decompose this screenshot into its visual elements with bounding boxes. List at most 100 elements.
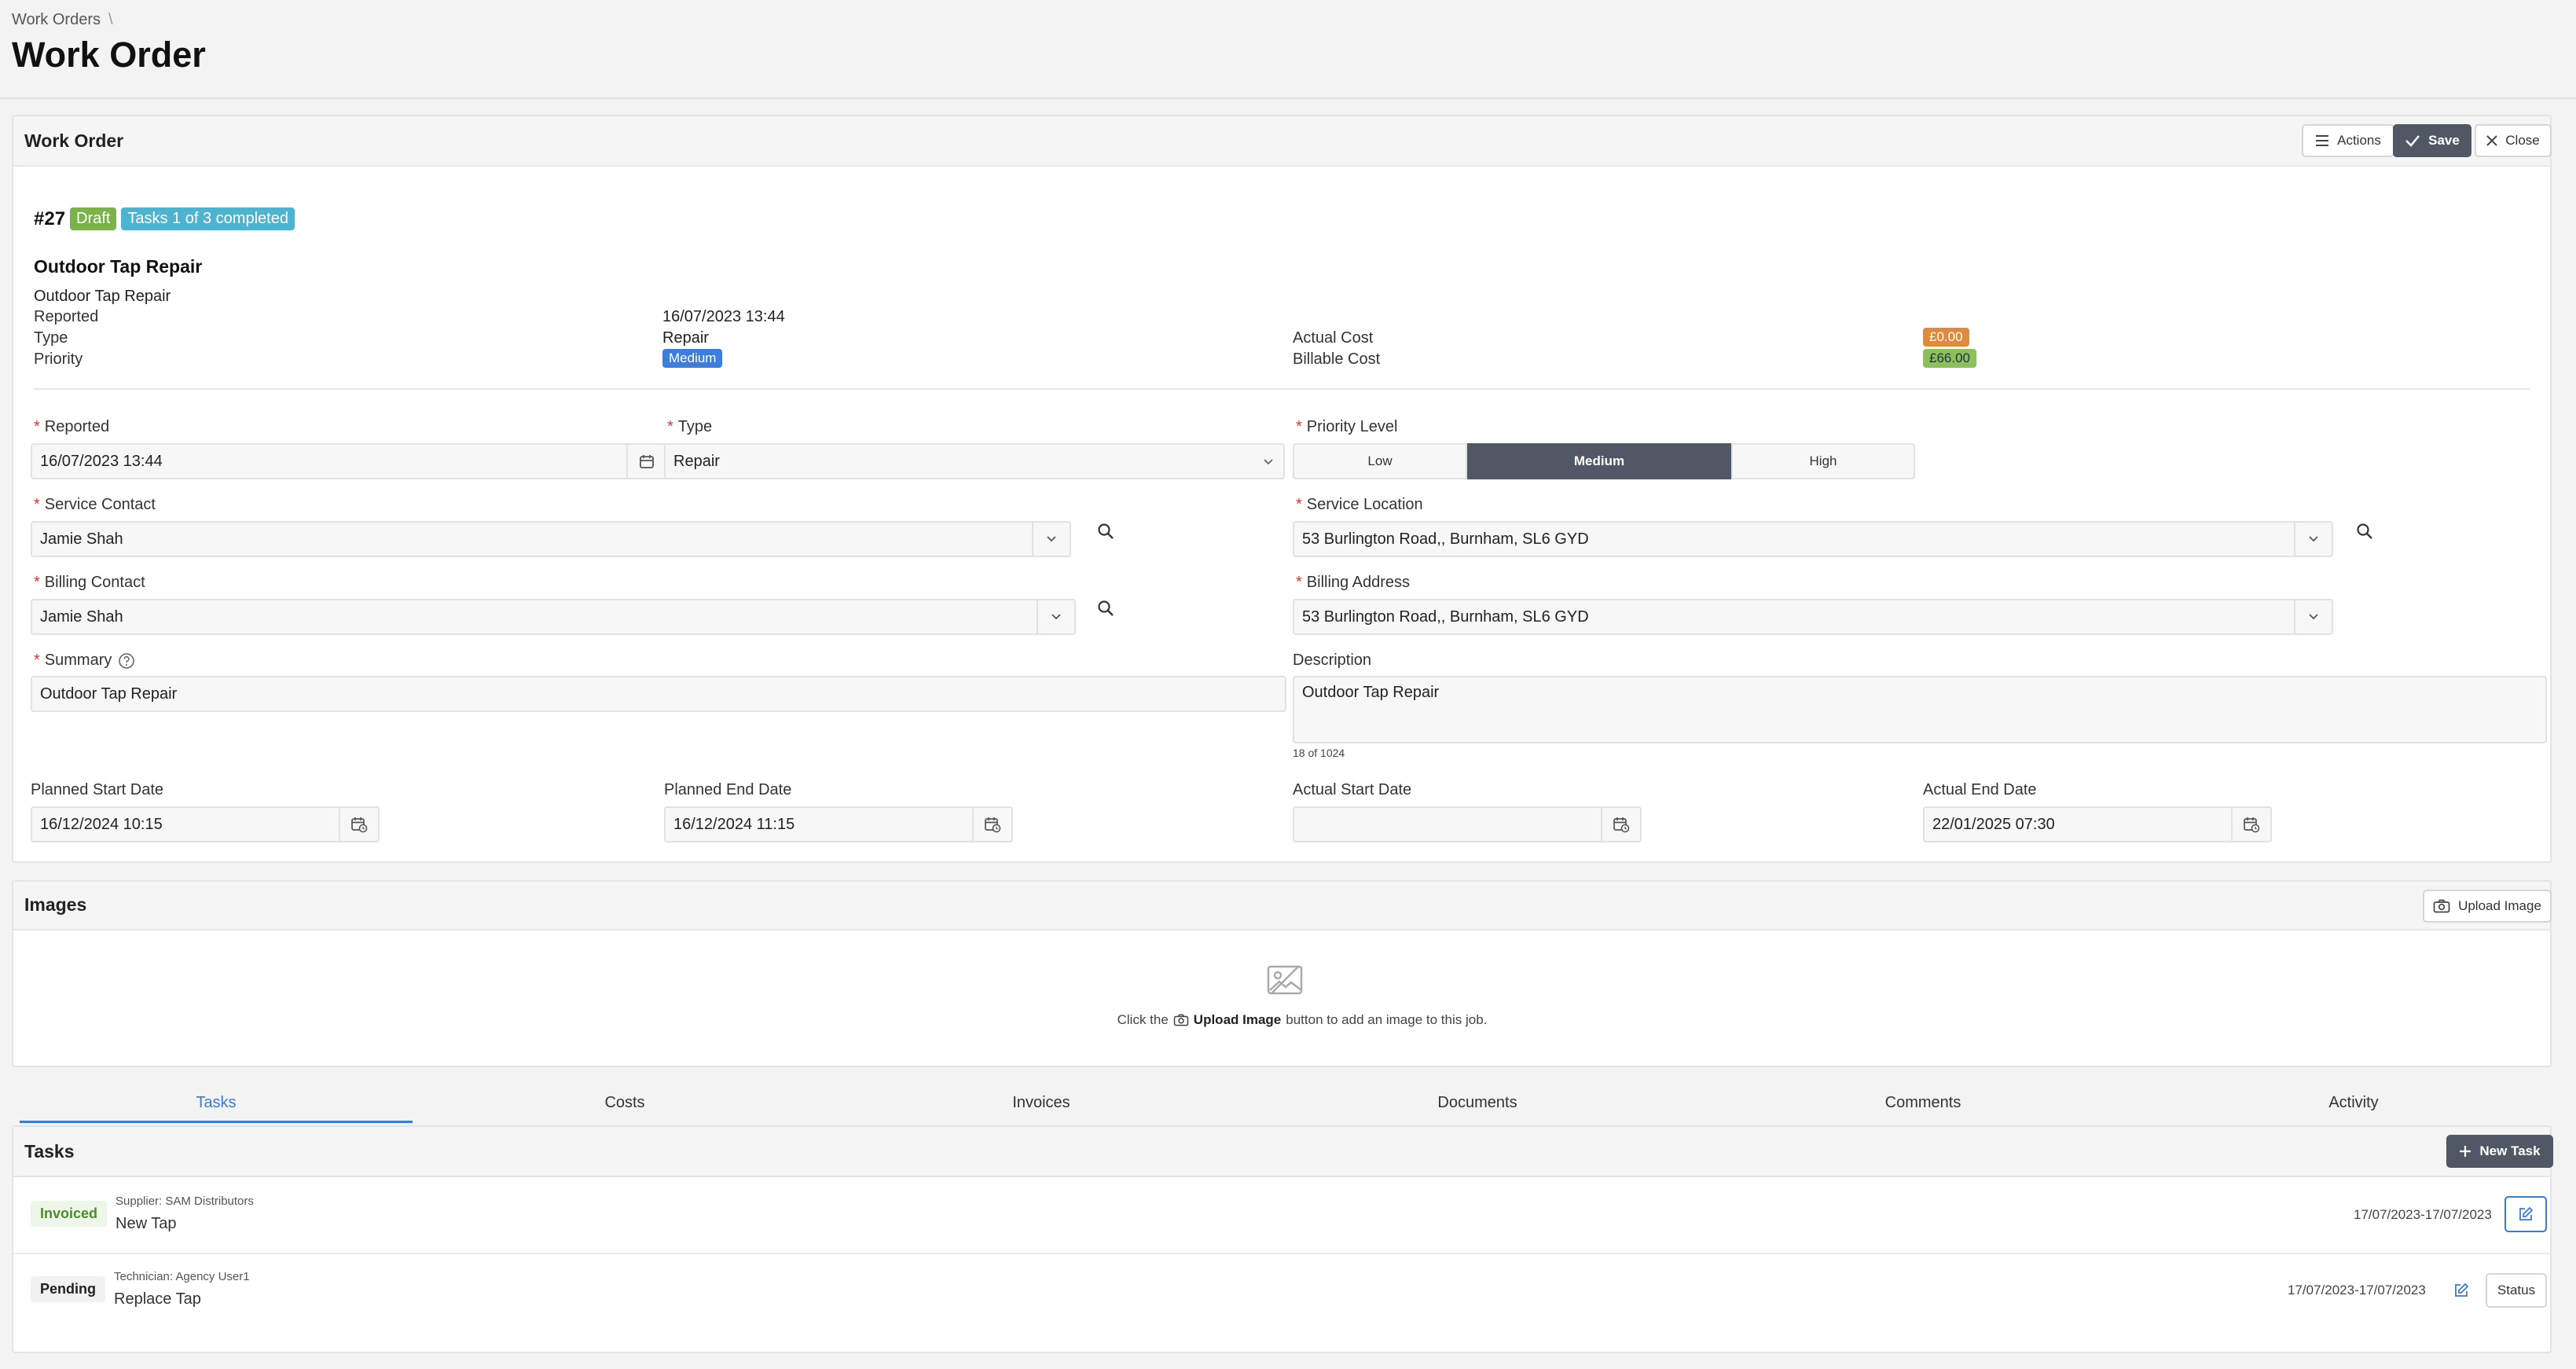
reported-value: 16/07/2023 13:44 [40, 452, 163, 470]
planned-start-picker[interactable] [339, 808, 378, 841]
description-counter: 18 of 1024 [1293, 747, 1345, 759]
planned-end-label: Planned End Date [664, 781, 792, 798]
reported-label: * Reported [34, 418, 110, 435]
tasks-progress-badge: Tasks 1 of 3 completed [121, 207, 295, 230]
reported-summary-label: Reported [34, 308, 99, 325]
reported-input[interactable]: 16/07/2023 13:44 [31, 443, 667, 479]
priority-medium-option[interactable]: Medium [1467, 443, 1731, 479]
calendar-clock-icon [351, 817, 368, 833]
task-dates: 17/07/2023-17/07/2023 [2288, 1283, 2426, 1297]
billing-address-select[interactable]: 53 Burlington Road,, Burnham, SL6 GYD [1293, 599, 2333, 635]
new-task-button[interactable]: New Task [2446, 1135, 2553, 1168]
service-contact-value: Jamie Shah [40, 530, 123, 548]
chevron-down-icon [1264, 459, 1273, 465]
empty-suffix: button to add an image to this job. [1286, 1012, 1488, 1027]
order-number: #27 [34, 207, 66, 229]
tab-documents[interactable]: Documents [1281, 1094, 1674, 1112]
status-badge: Pending [31, 1276, 105, 1302]
images-card-header: Images Upload Image [13, 882, 2552, 930]
planned-start-label: Planned Start Date [31, 781, 163, 798]
tab-comments[interactable]: Comments [1727, 1094, 2119, 1112]
camera-icon [2433, 899, 2450, 913]
edit-task-button[interactable] [2504, 1196, 2547, 1232]
tab-tasks-underline [20, 1121, 413, 1123]
calendar-clock-icon [985, 817, 1001, 833]
edit-task-button[interactable] [2449, 1275, 2473, 1306]
service-location-label: * Service Location [1296, 496, 1423, 513]
table-row[interactable]: Invoiced Supplier: SAM Distributors New … [13, 1177, 2550, 1254]
billing-contact-dropdown[interactable] [1037, 600, 1074, 633]
description-label: Description [1293, 651, 1372, 669]
planned-end-value: 16/12/2024 11:15 [673, 815, 795, 833]
edit-icon [2519, 1206, 2534, 1220]
service-contact-search-button[interactable] [1096, 522, 1115, 541]
planned-start-input[interactable]: 16/12/2024 10:15 [31, 806, 380, 842]
actions-label: Actions [2337, 133, 2381, 148]
upload-image-button[interactable]: Upload Image [2423, 890, 2552, 923]
description-textarea[interactable]: Outdoor Tap Repair [1293, 676, 2547, 743]
type-select[interactable]: Repair [664, 443, 1285, 479]
chevron-down-icon [1051, 614, 1061, 620]
tab-tasks[interactable]: Tasks [20, 1094, 413, 1112]
service-contact-select[interactable]: Jamie Shah [31, 521, 1071, 557]
planned-end-picker[interactable] [972, 808, 1011, 841]
priority-low-option[interactable]: Low [1293, 443, 1467, 479]
task-assignee: Supplier: SAM Distributors [116, 1195, 254, 1208]
chevron-down-icon [1047, 536, 1056, 542]
actual-end-picker[interactable] [2231, 808, 2270, 841]
billing-address-value: 53 Burlington Road,, Burnham, SL6 GYD [1302, 607, 1589, 626]
service-location-search-button[interactable] [2355, 522, 2374, 541]
billing-contact-search-button[interactable] [1096, 599, 1115, 618]
task-status-label: Status [2497, 1283, 2536, 1297]
help-icon[interactable] [118, 652, 135, 670]
billing-contact-label: * Billing Contact [34, 574, 145, 591]
save-button[interactable]: Save [2393, 124, 2471, 157]
close-button[interactable]: Close [2475, 124, 2552, 157]
page-title: Work Order [12, 35, 206, 75]
summary-value: Outdoor Tap Repair [40, 684, 178, 703]
type-summary-value: Repair [662, 329, 709, 347]
breadcrumb-work-orders[interactable]: Work Orders [12, 11, 101, 28]
tab-activity[interactable]: Activity [2157, 1094, 2550, 1112]
summary-input[interactable]: Outdoor Tap Repair [31, 676, 1286, 712]
priority-level-label: * Priority Level [1296, 418, 1398, 435]
empty-button-text: Upload Image [1193, 1012, 1282, 1027]
billing-address-dropdown[interactable] [2294, 600, 2332, 633]
priority-high-option[interactable]: High [1731, 443, 1915, 479]
calendar-button[interactable] [626, 445, 666, 478]
draft-badge: Draft [70, 207, 117, 230]
task-name: Replace Tap [114, 1290, 201, 1308]
task-name: New Tap [116, 1215, 177, 1232]
calendar-icon [640, 455, 654, 468]
type-value: Repair [673, 452, 720, 470]
planned-end-input[interactable]: 16/12/2024 11:15 [664, 806, 1013, 842]
search-icon [2357, 523, 2372, 539]
close-icon [2486, 135, 2497, 146]
work-order-card-title: Work Order [24, 130, 124, 151]
actual-end-value: 22/01/2025 07:30 [1932, 815, 2055, 833]
search-icon [1098, 523, 1114, 539]
actions-button[interactable]: Actions [2302, 124, 2394, 157]
table-row[interactable]: Pending Technician: Agency User1 Replace… [13, 1254, 2550, 1330]
type-label: * Type [667, 418, 713, 435]
description-value: Outdoor Tap Repair [1302, 684, 1440, 701]
actual-cost-label: Actual Cost [1293, 329, 1374, 347]
service-contact-label: * Service Contact [34, 496, 156, 513]
billable-cost-badge: £66.00 [1923, 349, 1976, 368]
search-icon [1098, 600, 1114, 616]
service-contact-dropdown[interactable] [1032, 523, 1070, 556]
task-assignee: Technician: Agency User1 [114, 1270, 250, 1283]
actual-start-input[interactable] [1293, 806, 1642, 842]
task-status-button[interactable]: Status [2486, 1273, 2547, 1308]
actual-end-input[interactable]: 22/01/2025 07:30 [1923, 806, 2272, 842]
tab-costs[interactable]: Costs [428, 1094, 821, 1112]
service-location-dropdown[interactable] [2294, 523, 2332, 556]
service-location-select[interactable]: 53 Burlington Road,, Burnham, SL6 GYD [1293, 521, 2333, 557]
tab-invoices[interactable]: Invoices [845, 1094, 1238, 1112]
type-summary-label: Type [34, 329, 68, 347]
actual-start-picker[interactable] [1601, 808, 1640, 841]
billing-contact-select[interactable]: Jamie Shah [31, 599, 1076, 635]
empty-prefix: Click the [1117, 1012, 1169, 1027]
tab-bar: Tasks Costs Invoices Documents Comments … [12, 1083, 2552, 1124]
images-title: Images [24, 894, 87, 915]
